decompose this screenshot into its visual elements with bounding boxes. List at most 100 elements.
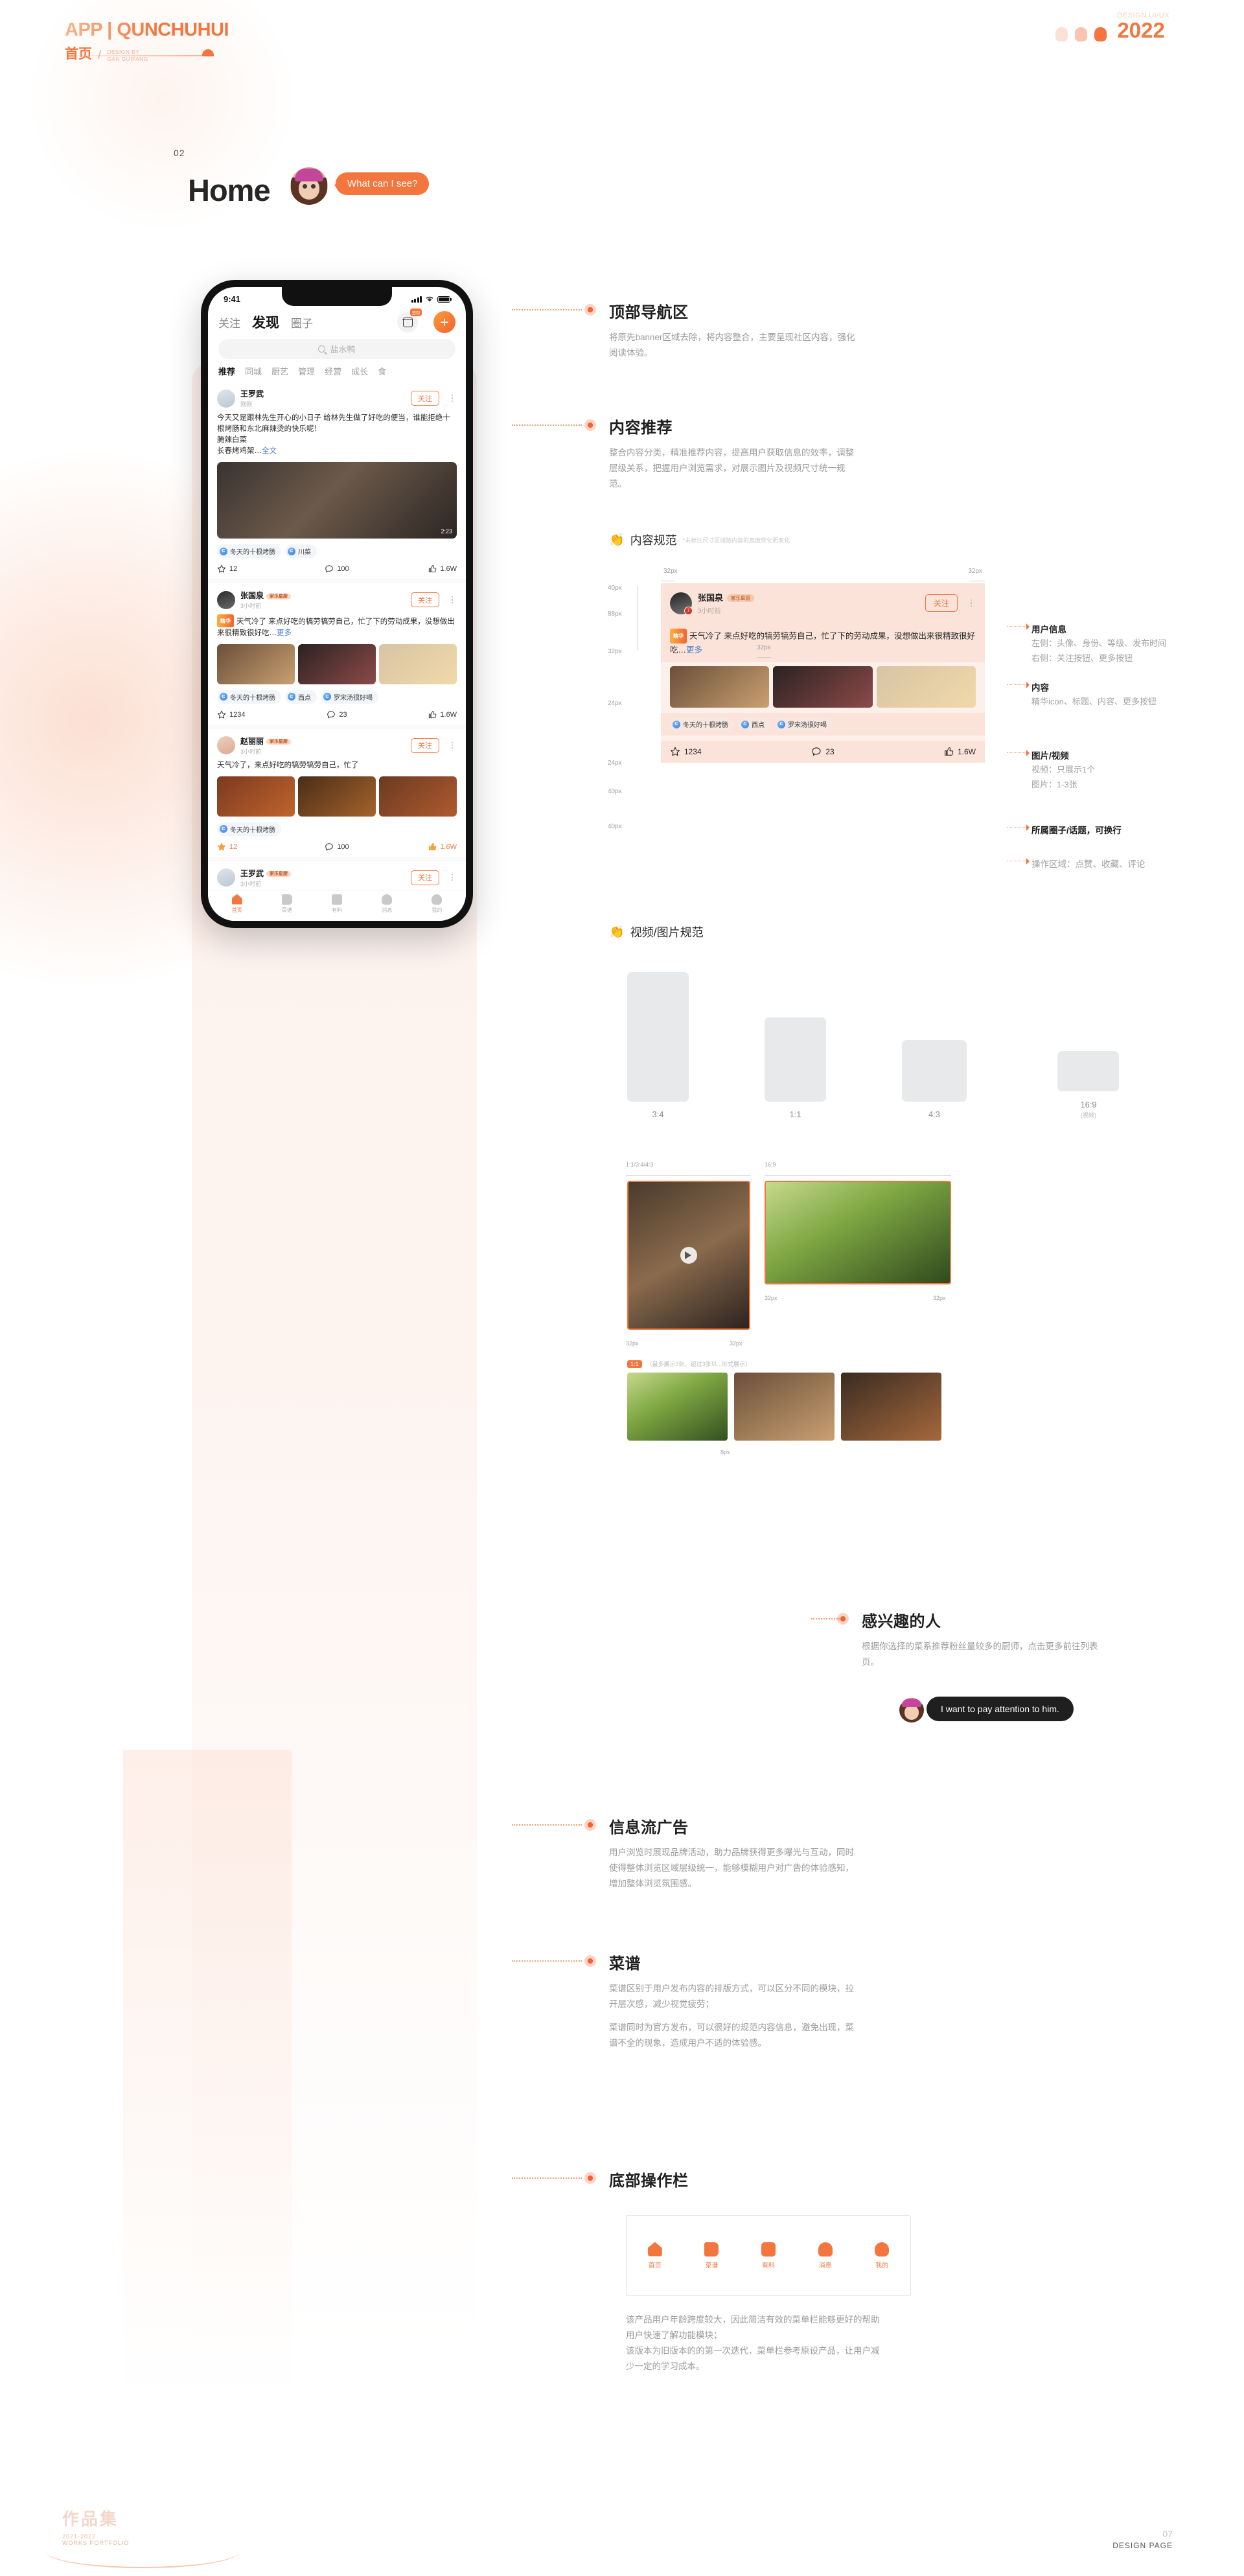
spec-more-link[interactable]: 更多: [686, 645, 702, 655]
feed-post[interactable]: 张国泉 家乐星厨 3小时前 关注 精华 天气冷了 来点好吃的犒劳犒劳自己，忙了下的劳…: [208, 583, 466, 725]
tab-circle[interactable]: 圈子: [291, 314, 313, 331]
more-icon[interactable]: [448, 395, 457, 402]
comment-action[interactable]: 100: [297, 564, 376, 574]
annotation-body: 整合内容分类，精准推荐内容，提高用户获取信息的效率，调整层级关系，把握用户浏览需…: [609, 448, 854, 489]
more-icon[interactable]: [448, 741, 457, 749]
phone-notch: [282, 287, 392, 306]
caption-arrow: [1007, 623, 1030, 630]
annotation-dot: [584, 304, 596, 316]
collect-action[interactable]: 12: [217, 842, 297, 852]
collect-action[interactable]: 12: [217, 564, 297, 574]
cat-6[interactable]: 食: [378, 365, 386, 377]
more-icon[interactable]: [967, 599, 976, 607]
tab-discover[interactable]: 发现: [252, 312, 279, 332]
post-more-link[interactable]: 更多: [277, 629, 292, 637]
feed-post[interactable]: 赵丽丽 家乐星厨 3小时前 关注 天气冷了，来点好吃的犒劳犒劳自己，忙了 C 冬天的…: [208, 728, 466, 857]
follow-button[interactable]: 关注: [411, 737, 439, 753]
cat-2[interactable]: 厨艺: [271, 365, 288, 377]
feed-list[interactable]: 王罗武 刚刚 关注 今天又是跟林先生开心的小日子 给林先生做了好吃的便当，谁能拒…: [208, 382, 466, 921]
search-input[interactable]: 盐水鸭: [218, 339, 455, 359]
topic-chip[interactable]: C 冬天的十根烤肠: [217, 822, 281, 836]
strip-image-3[interactable]: [841, 1373, 941, 1441]
ratio-block-4-3: [902, 1040, 967, 1102]
tabbar-demo-item-profile[interactable]: 我的: [875, 2242, 890, 2269]
sample-video[interactable]: [627, 1181, 750, 1330]
topic-chip[interactable]: C 西点: [285, 690, 317, 704]
ratio-label-3-4: 3:4: [652, 1109, 664, 1119]
speech-bubble: What can I see?: [334, 172, 430, 195]
avatar[interactable]: [217, 868, 235, 887]
clap-hand-icon-3: [1094, 27, 1107, 41]
avatar[interactable]: [217, 389, 235, 408]
strip-images[interactable]: [627, 1373, 941, 1441]
avatar[interactable]: [217, 736, 235, 754]
more-icon[interactable]: [448, 874, 457, 881]
topic-chip[interactable]: C 罗宋汤很好喝: [775, 717, 833, 731]
strip-image-2[interactable]: [734, 1373, 835, 1441]
tab-follow[interactable]: 关注: [218, 314, 240, 331]
cat-4[interactable]: 经营: [325, 365, 341, 377]
tabbar-item-messages[interactable]: 消息: [362, 894, 412, 914]
topic-chip[interactable]: C 罗宋汤很好喝: [321, 690, 378, 704]
spec-follow-button[interactable]: 关注: [925, 594, 958, 612]
dim-88: 88px: [608, 610, 622, 618]
post-author: 赵丽丽: [240, 736, 264, 746]
tabbar-item-recipes[interactable]: 菜谱: [262, 894, 312, 914]
topic-chip[interactable]: C 冬天的十根烤肠: [217, 544, 281, 558]
tabbar-demo-item-recipes[interactable]: 菜谱: [704, 2242, 719, 2269]
search-icon: [318, 345, 326, 353]
dim-32-mid: 32px: [757, 644, 771, 651]
more-icon[interactable]: [448, 596, 457, 603]
annotation-body: 用户浏览时展现品牌活动，助力品牌获得更多曝光与互动，同时使得整体浏览区域层级统一…: [609, 1848, 854, 1888]
dim-left-top: 32px: [663, 568, 678, 575]
comment-action[interactable]: 23: [772, 747, 873, 757]
tabbar-item-profile[interactable]: 我的: [412, 894, 462, 914]
like-action[interactable]: 1.6W: [874, 747, 976, 757]
category-tabs[interactable]: 推荐 同城 厨艺 管理 经营 成长 食: [208, 359, 466, 377]
signin-button[interactable]: 签到: [397, 308, 422, 332]
spec-caption-actions: 操作区域：点赞、收藏、评论: [1007, 857, 1146, 870]
like-action[interactable]: 1.6W: [377, 710, 457, 719]
post-more-link[interactable]: 全文: [262, 447, 277, 455]
tabbar-item-home[interactable]: 首页: [212, 894, 262, 914]
topic-chip[interactable]: C 川菜: [285, 544, 317, 558]
topic-chip[interactable]: C 冬天的十根烤肠: [670, 717, 734, 731]
tabbar-demo-item-home[interactable]: 首页: [647, 2242, 662, 2269]
tabbar-item-goods[interactable]: 有料: [312, 894, 362, 914]
follow-button[interactable]: 关注: [411, 391, 439, 406]
strip-image-1[interactable]: [627, 1373, 728, 1441]
sample-image[interactable]: [765, 1181, 951, 1284]
tabbar-demo-item-goods[interactable]: 有料: [761, 2242, 776, 2269]
cat-1[interactable]: 同城: [245, 365, 262, 377]
topic-chip[interactable]: C 西点: [739, 717, 770, 731]
app-tab-bar[interactable]: 首页 菜谱 有料 消息 我的: [208, 890, 466, 921]
feed-post[interactable]: 王罗武 刚刚 关注 今天又是跟林先生开心的小日子 给林先生做了好吃的便当，谁能拒…: [208, 382, 466, 579]
collect-action[interactable]: 1234: [217, 710, 297, 719]
cat-3[interactable]: 管理: [298, 365, 315, 377]
strip-gutter-label: 8px: [720, 1449, 730, 1456]
footer-years: 2021-2022: [62, 2533, 97, 2540]
post-media-grid[interactable]: [217, 644, 457, 684]
cat-0[interactable]: 推荐: [218, 365, 235, 377]
cat-5[interactable]: 成长: [351, 365, 368, 377]
create-post-button[interactable]: +: [433, 311, 455, 333]
tabbar-demo-item-messages[interactable]: 消息: [818, 2242, 833, 2269]
tabbar-demo: 首页 菜谱 有料 消息 我的: [626, 2215, 911, 2296]
follow-button[interactable]: 关注: [411, 592, 439, 607]
comment-action[interactable]: 23: [297, 710, 376, 719]
topic-label: 川菜: [298, 549, 311, 556]
like-action[interactable]: 1.6W: [377, 564, 457, 574]
post-media[interactable]: 2:23: [217, 462, 457, 539]
like-action[interactable]: 1.6W: [377, 842, 457, 852]
topic-chip[interactable]: C 冬天的十根烤肠: [217, 690, 281, 704]
play-icon[interactable]: [680, 1247, 697, 1264]
circle-icon: C: [741, 720, 749, 728]
avatar[interactable]: [217, 590, 235, 609]
ratio-note-16-9: (视频): [1081, 1112, 1096, 1119]
comment-action[interactable]: 100: [297, 842, 376, 852]
follow-button[interactable]: 关注: [411, 870, 439, 885]
collect-action[interactable]: 1234: [670, 747, 772, 757]
group-label-right: 16:9: [765, 1161, 776, 1168]
post-media-grid[interactable]: [217, 776, 457, 817]
spec-user-role: 家乐星厨: [727, 594, 755, 602]
